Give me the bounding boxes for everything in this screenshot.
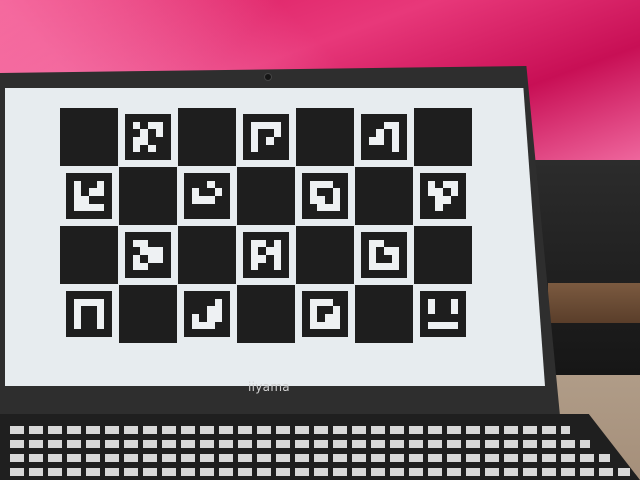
keyboard-row [10, 454, 610, 462]
aruco-marker [66, 291, 112, 337]
checker-square [296, 226, 354, 284]
webcam-icon [264, 73, 272, 81]
checker-square [355, 285, 413, 343]
aruco-marker [361, 232, 407, 278]
aruco-marker [420, 173, 466, 219]
checker-square [60, 226, 118, 284]
checker-square [119, 285, 177, 343]
aruco-marker [125, 114, 171, 160]
aruco-marker [66, 173, 112, 219]
desk-surface [548, 283, 640, 323]
photo-scene: iiyama [0, 0, 640, 480]
brand-logo-text: iiyama [248, 380, 290, 394]
aruco-marker [184, 291, 230, 337]
aruco-marker [302, 173, 348, 219]
checker-square [237, 167, 295, 225]
aruco-marker [420, 291, 466, 337]
keyboard [0, 414, 640, 480]
keyboard-row [10, 468, 630, 476]
charuco-board [60, 108, 472, 348]
checker-square [414, 108, 472, 166]
aruco-marker [243, 114, 289, 160]
keyboard-row [10, 440, 590, 448]
checker-square [414, 226, 472, 284]
aruco-marker [125, 232, 171, 278]
checker-square [178, 108, 236, 166]
aruco-marker [243, 232, 289, 278]
aruco-marker [302, 291, 348, 337]
checker-square [355, 167, 413, 225]
checker-square [296, 108, 354, 166]
checker-square [237, 285, 295, 343]
keyboard-row [10, 426, 570, 434]
checker-square [119, 167, 177, 225]
checker-square [60, 108, 118, 166]
aruco-marker [361, 114, 407, 160]
aruco-marker [184, 173, 230, 219]
checker-square [178, 226, 236, 284]
